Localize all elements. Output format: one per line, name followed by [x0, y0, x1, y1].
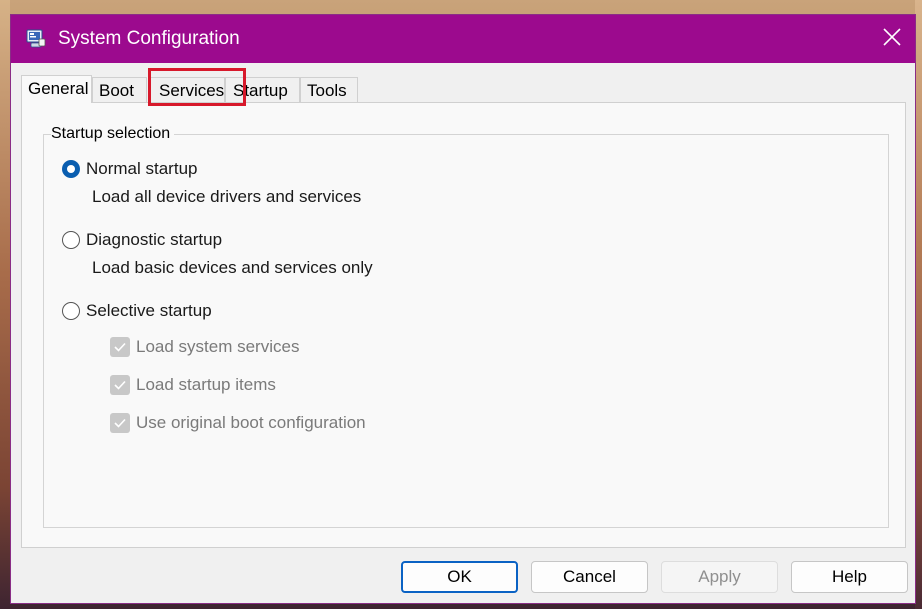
radio-label: Selective startup	[86, 301, 212, 320]
window-title: System Configuration	[58, 28, 240, 49]
checkbox-load-system-services: Load system services	[110, 337, 299, 357]
apply-button: Apply	[661, 561, 778, 593]
tab-label: Services	[159, 81, 225, 100]
tab-boot[interactable]: Boot	[92, 77, 147, 102]
close-icon	[883, 27, 901, 51]
msconfig-app-icon	[25, 27, 47, 49]
tab-label: Startup	[233, 81, 288, 100]
checkbox-use-original-boot-configuration: Use original boot configuration	[110, 413, 366, 433]
title-bar[interactable]: System Configuration	[11, 15, 915, 63]
desktop-background-right	[915, 0, 922, 609]
tab-tools[interactable]: Tools	[300, 77, 358, 102]
radio-selective-startup[interactable]: Selective startup	[62, 301, 212, 321]
radio-diagnostic-startup[interactable]: Diagnostic startup	[62, 230, 222, 250]
checkbox-load-startup-items: Load startup items	[110, 375, 276, 395]
tab-startup[interactable]: Startup	[225, 77, 300, 102]
cancel-button[interactable]: Cancel	[531, 561, 648, 593]
radio-label: Diagnostic startup	[86, 230, 223, 249]
tab-label: General	[28, 79, 89, 98]
checkbox-label: Load system services	[136, 337, 300, 356]
ok-button[interactable]: OK	[401, 561, 518, 593]
radio-normal-startup[interactable]: Normal startup	[62, 159, 197, 179]
close-button[interactable]	[869, 15, 915, 63]
checkmark-icon	[110, 337, 130, 357]
checkmark-icon	[110, 375, 130, 395]
tab-general[interactable]: General	[21, 75, 92, 103]
help-button[interactable]: Help	[791, 561, 908, 593]
desktop-background-left	[0, 0, 10, 609]
tab-services[interactable]: Services	[149, 77, 225, 102]
tab-label: Tools	[307, 81, 347, 100]
option-description: Load basic devices and services only	[92, 258, 373, 277]
group-title: Startup selection	[51, 125, 175, 143]
checkbox-label: Use original boot configuration	[136, 413, 366, 432]
radio-unselected-indicator[interactable]	[62, 231, 80, 249]
radio-selected-indicator[interactable]	[62, 160, 80, 178]
system-configuration-window: System Configuration General Boot Servic…	[10, 14, 916, 604]
general-tab-panel: Startup selection Normal startup Load al…	[21, 102, 906, 548]
radio-label: Normal startup	[86, 159, 198, 178]
option-description: Load all device drivers and services	[92, 187, 362, 206]
checkbox-label: Load startup items	[136, 375, 276, 394]
tab-label: Boot	[99, 81, 134, 100]
radio-unselected-indicator[interactable]	[62, 302, 80, 320]
checkmark-icon	[110, 413, 130, 433]
